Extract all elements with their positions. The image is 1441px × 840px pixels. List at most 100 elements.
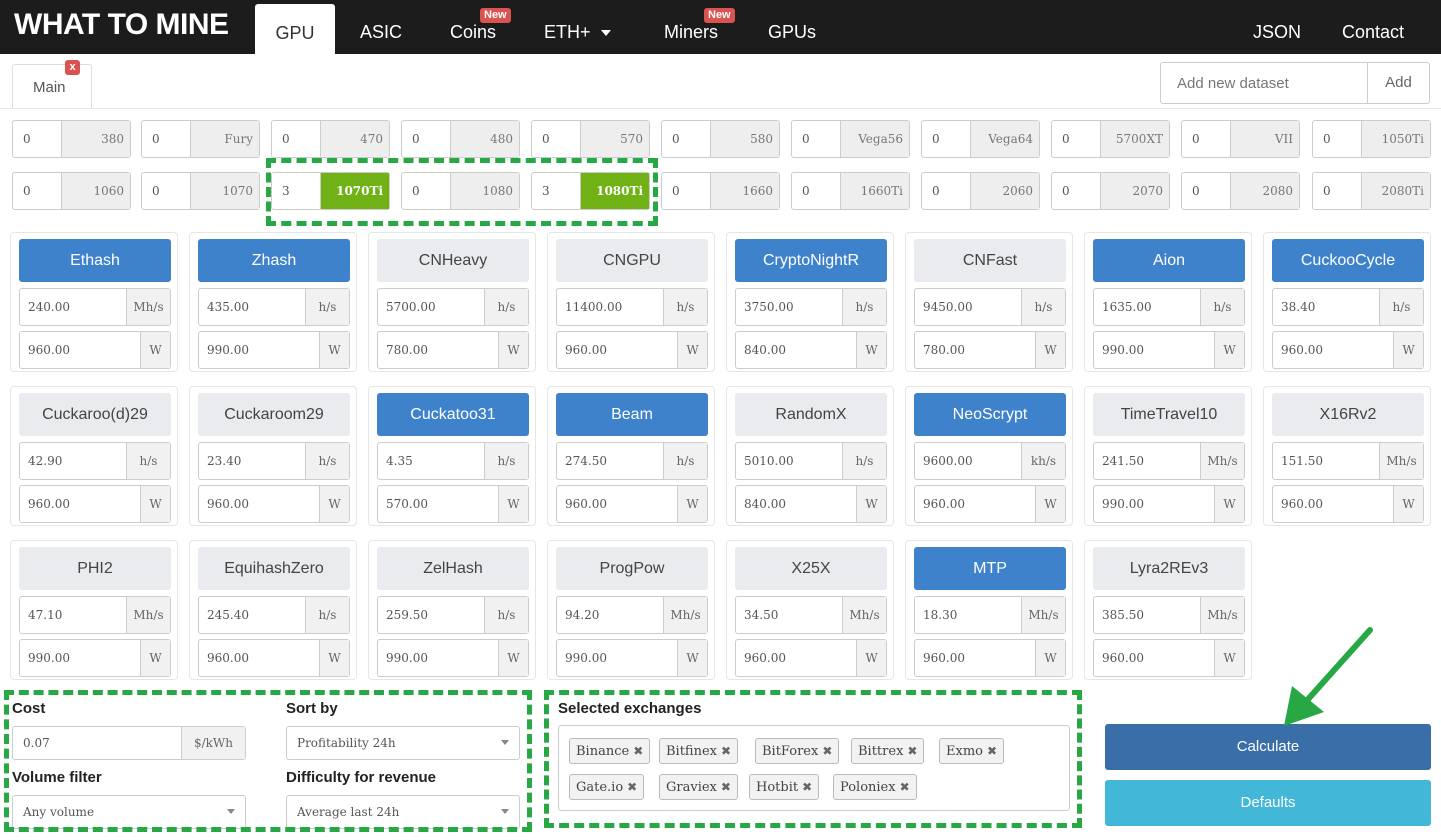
gpu-selector[interactable]: 0 480 <box>401 120 520 158</box>
gpu-quantity-input[interactable]: 0 <box>13 173 61 209</box>
hashrate-input[interactable]: 9600.00 kh/s <box>914 442 1066 480</box>
gpu-quantity-input[interactable]: 0 <box>13 121 61 157</box>
hashrate-input[interactable]: 94.20 Mh/s <box>556 596 708 634</box>
nav-tab-eth-dropdown[interactable]: ETH+ <box>544 0 611 54</box>
hashrate-input[interactable]: 18.30 Mh/s <box>914 596 1066 634</box>
hashrate-input[interactable]: 42.90 h/s <box>19 442 171 480</box>
algorithm-toggle-button[interactable]: CryptoNightR <box>735 239 887 282</box>
gpu-model-label[interactable]: 1050Ti <box>1361 121 1430 157</box>
gpu-model-label[interactable]: 2060 <box>970 173 1039 209</box>
power-input[interactable]: 960.00 W <box>1272 485 1424 523</box>
algorithm-toggle-button[interactable]: CNHeavy <box>377 239 529 282</box>
hashrate-input[interactable]: 241.50 Mh/s <box>1093 442 1245 480</box>
add-dataset-input[interactable] <box>1160 62 1368 104</box>
power-input[interactable]: 960.00 W <box>735 639 887 677</box>
algorithm-toggle-button[interactable]: ProgPow <box>556 547 708 590</box>
gpu-selector[interactable]: 0 Vega64 <box>921 120 1040 158</box>
algorithm-toggle-button[interactable]: Aion <box>1093 239 1245 282</box>
gpu-quantity-input[interactable]: 0 <box>402 121 450 157</box>
gpu-quantity-input[interactable]: 0 <box>922 173 970 209</box>
hashrate-input[interactable]: 11400.00 h/s <box>556 288 708 326</box>
algorithm-toggle-button[interactable]: TimeTravel10 <box>1093 393 1245 436</box>
power-input[interactable]: 960.00 W <box>914 639 1066 677</box>
nav-tab-gpus[interactable]: GPUs <box>768 0 816 54</box>
gpu-quantity-input[interactable]: 0 <box>792 121 840 157</box>
nav-json[interactable]: JSON <box>1253 0 1301 54</box>
gpu-selector[interactable]: 0 580 <box>661 120 780 158</box>
gpu-quantity-input[interactable]: 0 <box>1313 121 1361 157</box>
close-icon[interactable]: x <box>65 60 80 75</box>
power-input[interactable]: 990.00 W <box>556 639 708 677</box>
hashrate-input[interactable]: 23.40 h/s <box>198 442 350 480</box>
power-input[interactable]: 960.00 W <box>19 331 171 369</box>
gpu-quantity-input[interactable]: 0 <box>1182 173 1230 209</box>
gpu-model-label[interactable]: 2080 <box>1230 173 1299 209</box>
gpu-selector[interactable]: 0 1070 <box>141 172 260 210</box>
dataset-tab-main[interactable]: Main <box>12 64 92 108</box>
nav-tab-gpu[interactable]: GPU <box>255 4 335 54</box>
hashrate-input[interactable]: 4.35 h/s <box>377 442 529 480</box>
gpu-selector[interactable]: 0 1050Ti <box>1312 120 1431 158</box>
algorithm-toggle-button[interactable]: Ethash <box>19 239 171 282</box>
power-input[interactable]: 960.00 W <box>556 331 708 369</box>
hashrate-input[interactable]: 34.50 Mh/s <box>735 596 887 634</box>
algorithm-toggle-button[interactable]: Cuckaroo(d)29 <box>19 393 171 436</box>
algorithm-toggle-button[interactable]: NeoScrypt <box>914 393 1066 436</box>
power-input[interactable]: 960.00 W <box>556 485 708 523</box>
gpu-selector[interactable]: 0 1060 <box>12 172 131 210</box>
gpu-selector[interactable]: 0 1660 <box>661 172 780 210</box>
power-input[interactable]: 960.00 W <box>198 639 350 677</box>
hashrate-input[interactable]: 274.50 h/s <box>556 442 708 480</box>
gpu-quantity-input[interactable]: 0 <box>662 121 710 157</box>
power-input[interactable]: 960.00 W <box>198 485 350 523</box>
power-input[interactable]: 840.00 W <box>735 485 887 523</box>
gpu-model-label[interactable]: 470 <box>320 121 389 157</box>
gpu-quantity-input[interactable]: 0 <box>1182 121 1230 157</box>
gpu-model-label[interactable]: 380 <box>61 121 130 157</box>
calculate-button[interactable]: Calculate <box>1105 724 1431 770</box>
hashrate-input[interactable]: 5700.00 h/s <box>377 288 529 326</box>
hashrate-input[interactable]: 38.40 h/s <box>1272 288 1424 326</box>
gpu-quantity-input[interactable]: 0 <box>792 173 840 209</box>
hashrate-input[interactable]: 259.50 h/s <box>377 596 529 634</box>
gpu-selector[interactable]: 0 2060 <box>921 172 1040 210</box>
gpu-quantity-input[interactable]: 0 <box>1052 173 1100 209</box>
algorithm-toggle-button[interactable]: Lyra2REv3 <box>1093 547 1245 590</box>
gpu-selector[interactable]: 0 380 <box>12 120 131 158</box>
gpu-model-label[interactable]: 1070 <box>190 173 259 209</box>
gpu-quantity-input[interactable]: 0 <box>922 121 970 157</box>
power-input[interactable]: 990.00 W <box>19 639 171 677</box>
gpu-model-label[interactable]: 1660 <box>710 173 779 209</box>
gpu-model-label[interactable]: Vega56 <box>840 121 909 157</box>
hashrate-input[interactable]: 240.00 Mh/s <box>19 288 171 326</box>
gpu-selector[interactable]: 0 570 <box>531 120 650 158</box>
gpu-quantity-input[interactable]: 0 <box>1313 173 1361 209</box>
hashrate-input[interactable]: 245.40 h/s <box>198 596 350 634</box>
algorithm-toggle-button[interactable]: Cuckatoo31 <box>377 393 529 436</box>
gpu-selector[interactable]: 0 2080 <box>1181 172 1300 210</box>
power-input[interactable]: 960.00 W <box>1093 639 1245 677</box>
gpu-model-label[interactable]: 570 <box>580 121 649 157</box>
gpu-model-label[interactable]: 2070 <box>1100 173 1169 209</box>
gpu-selector[interactable]: 0 Fury <box>141 120 260 158</box>
gpu-selector[interactable]: 0 Vega56 <box>791 120 910 158</box>
gpu-model-label[interactable]: Vega64 <box>970 121 1039 157</box>
algorithm-toggle-button[interactable]: CNGPU <box>556 239 708 282</box>
gpu-selector[interactable]: 0 2070 <box>1051 172 1170 210</box>
gpu-quantity-input[interactable]: 0 <box>1052 121 1100 157</box>
algorithm-toggle-button[interactable]: EquihashZero <box>198 547 350 590</box>
gpu-quantity-input[interactable]: 0 <box>142 173 190 209</box>
algorithm-toggle-button[interactable]: CNFast <box>914 239 1066 282</box>
add-dataset-button[interactable]: Add <box>1367 62 1430 104</box>
gpu-model-label[interactable]: 2080Ti <box>1361 173 1430 209</box>
gpu-model-label[interactable]: 5700XT <box>1100 121 1169 157</box>
gpu-model-label[interactable]: 480 <box>450 121 519 157</box>
defaults-button[interactable]: Defaults <box>1105 780 1431 826</box>
gpu-model-label[interactable]: Fury <box>190 121 259 157</box>
hashrate-input[interactable]: 5010.00 h/s <box>735 442 887 480</box>
gpu-quantity-input[interactable]: 0 <box>532 121 580 157</box>
algorithm-toggle-button[interactable]: Beam <box>556 393 708 436</box>
power-input[interactable]: 780.00 W <box>377 331 529 369</box>
gpu-selector[interactable]: 0 2080Ti <box>1312 172 1431 210</box>
hashrate-input[interactable]: 1635.00 h/s <box>1093 288 1245 326</box>
